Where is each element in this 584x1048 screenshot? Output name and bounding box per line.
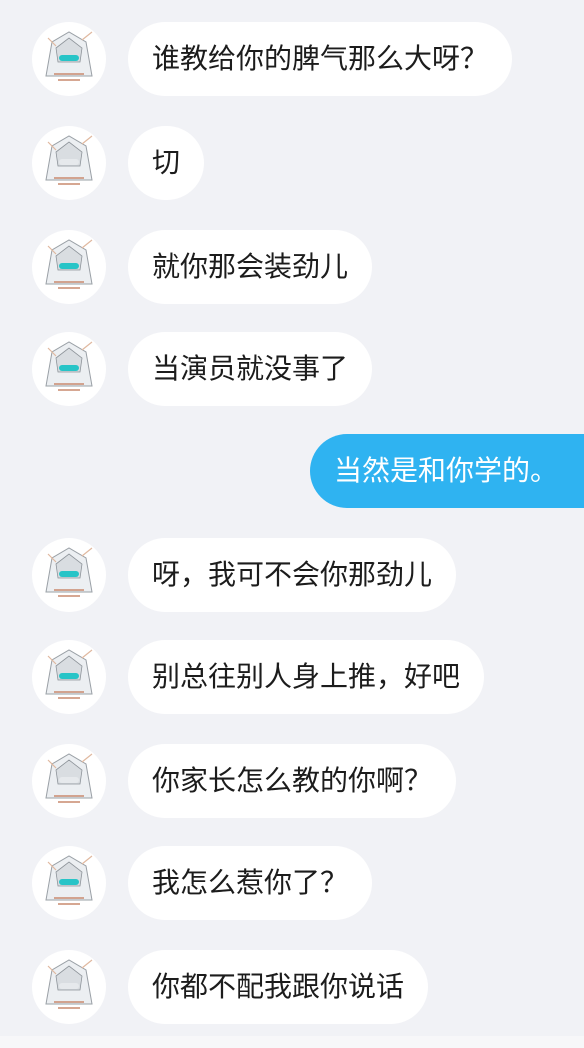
message-row: 谁教给你的脾气那么大呀？ — [0, 22, 584, 100]
incoming-message-bubble[interactable]: 你都不配我跟你说话 — [128, 950, 429, 1024]
incoming-message-bubble[interactable]: 就你那会装劲儿 — [128, 230, 373, 304]
message-row: 我怎么惹你了？ — [0, 846, 584, 924]
chat-background: 谁教给你的脾气那么大呀？ 切 就你那会装劲儿 当演员就没事了 当然是和你学的。 … — [0, 0, 584, 1048]
anime-avatar-icon — [45, 239, 93, 289]
incoming-message-bubble[interactable]: 我怎么惹你了？ — [128, 846, 373, 920]
anime-avatar-icon — [45, 135, 93, 185]
outgoing-message-bubble[interactable]: 当然是和你学的。 — [309, 434, 584, 508]
message-row: 切 — [0, 126, 584, 204]
anime-avatar-icon — [45, 547, 93, 597]
message-row: 就你那会装劲儿 — [0, 230, 584, 308]
avatar[interactable] — [32, 126, 106, 200]
avatar[interactable] — [32, 640, 106, 714]
avatar[interactable] — [32, 22, 106, 96]
anime-avatar-icon — [45, 31, 93, 81]
avatar[interactable] — [32, 538, 106, 612]
incoming-message-bubble[interactable]: 别总往别人身上推，好吧 — [128, 640, 485, 714]
message-row: 呀，我可不会你那劲儿 — [0, 538, 584, 616]
incoming-message-bubble[interactable]: 谁教给你的脾气那么大呀？ — [128, 22, 513, 96]
message-row: 当然是和你学的。 — [0, 434, 584, 512]
avatar[interactable] — [32, 846, 106, 920]
incoming-message-bubble[interactable]: 你家长怎么教的你啊？ — [128, 744, 457, 818]
incoming-message-bubble[interactable]: 当演员就没事了 — [128, 332, 373, 406]
anime-avatar-icon — [45, 753, 93, 803]
anime-avatar-icon — [45, 855, 93, 905]
anime-avatar-icon — [45, 959, 93, 1009]
avatar[interactable] — [32, 230, 106, 304]
anime-avatar-icon — [45, 649, 93, 699]
message-row: 当演员就没事了 — [0, 332, 584, 410]
avatar[interactable] — [32, 332, 106, 406]
anime-avatar-icon — [45, 341, 93, 391]
message-row: 你家长怎么教的你啊？ — [0, 744, 584, 822]
message-row: 别总往别人身上推，好吧 — [0, 640, 584, 718]
incoming-message-bubble[interactable]: 呀，我可不会你那劲儿 — [128, 538, 457, 612]
avatar[interactable] — [32, 744, 106, 818]
message-row: 你都不配我跟你说话 — [0, 950, 584, 1028]
incoming-message-bubble[interactable]: 切 — [128, 126, 205, 200]
avatar[interactable] — [32, 950, 106, 1024]
bottom-strip — [0, 1036, 584, 1048]
